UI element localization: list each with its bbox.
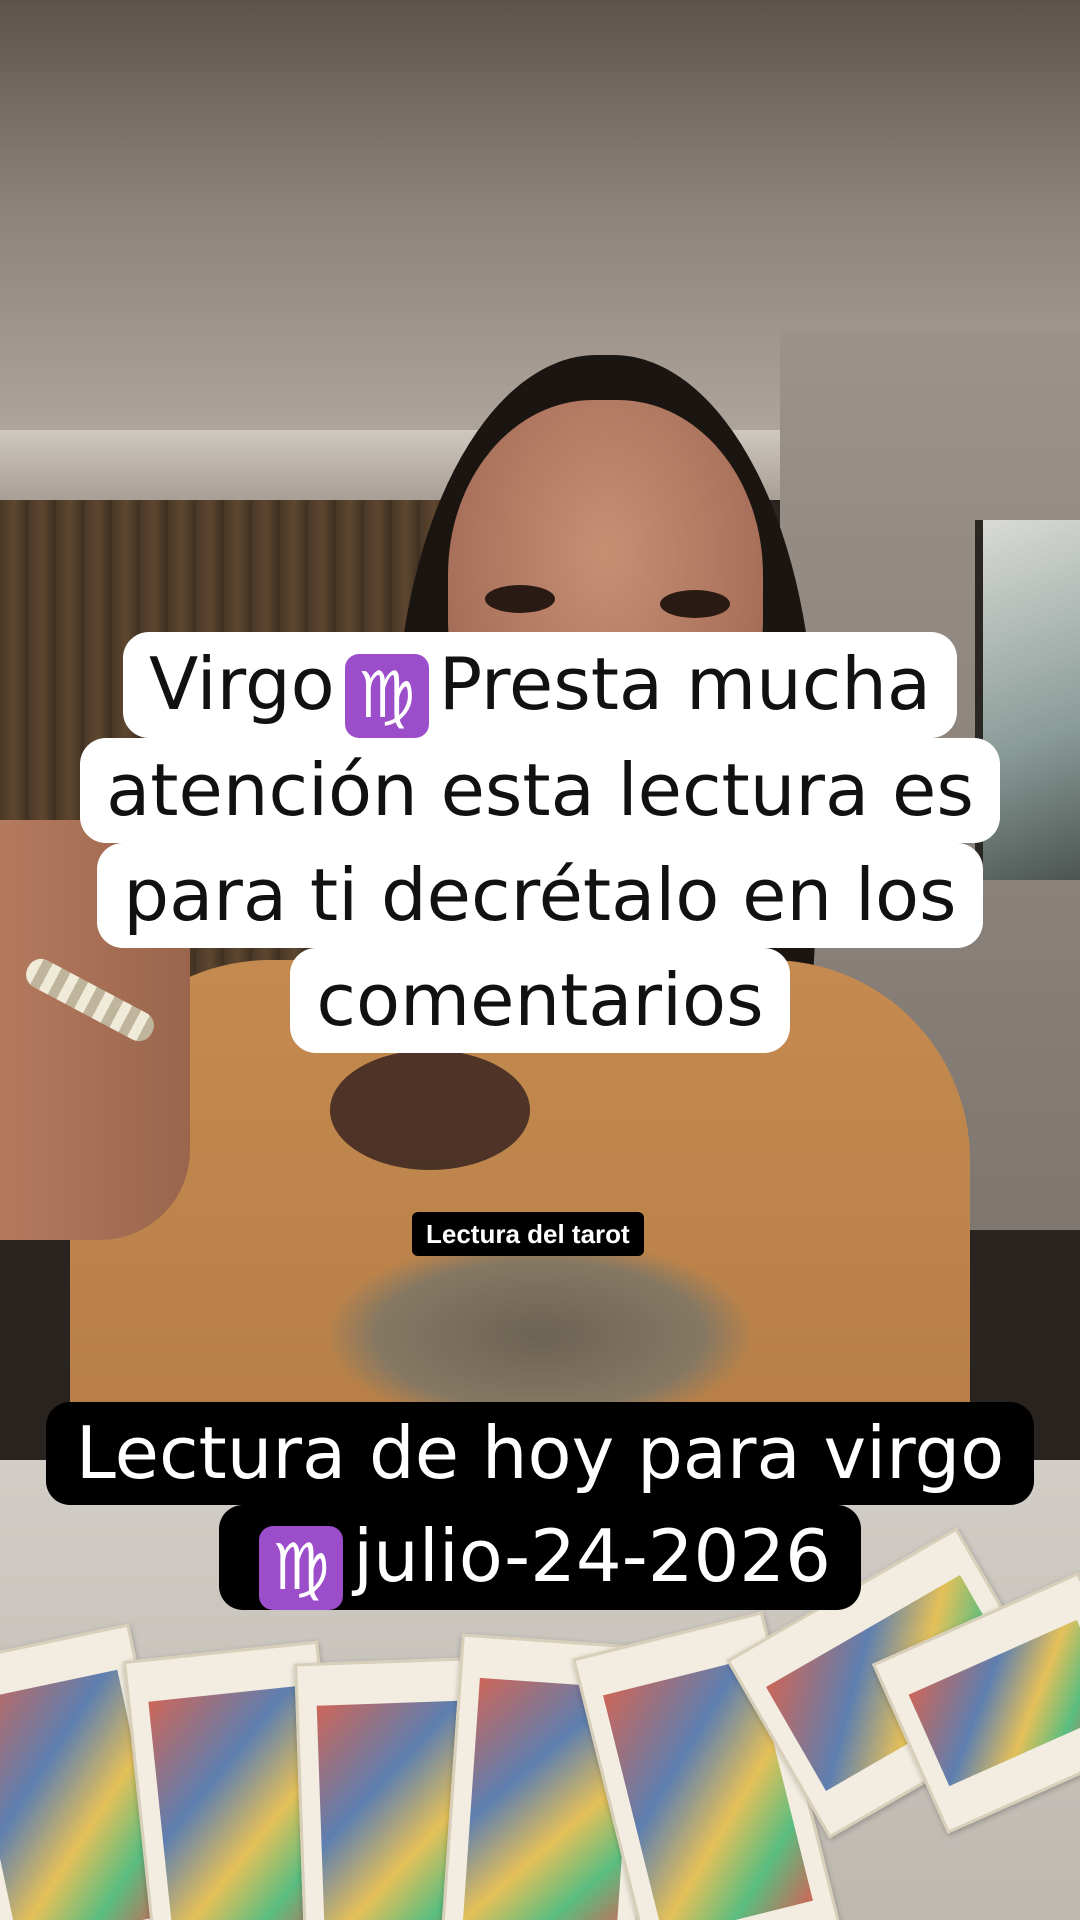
caption-top: Virgo ♍ Presta mucha atención esta lectura… xyxy=(0,632,1080,1053)
virgo-zodiac-icon: ♍ xyxy=(344,654,429,738)
caption-top-line-1: Virgo ♍ Presta mucha xyxy=(122,632,958,738)
person-hand xyxy=(330,1050,530,1170)
caption-bottom: Lectura de hoy para virgo ♍ julio-24-2026 xyxy=(0,1402,1080,1610)
caption-bottom-line-2: ♍ julio-24-2026 xyxy=(219,1505,861,1610)
caption-top-line-3: para ti decrétalo en los xyxy=(97,843,983,948)
person-eye-left xyxy=(485,585,555,613)
caption-top-word: Virgo xyxy=(148,642,335,726)
caption-top-line-4: comentarios xyxy=(290,948,790,1053)
caption-bottom-date: julio-24-2026 xyxy=(353,1514,831,1598)
caption-top-line-1-text: Presta mucha xyxy=(438,642,932,726)
topic-label[interactable]: Lectura del tarot xyxy=(412,1212,644,1256)
video-frame[interactable]: Virgo ♍ Presta mucha atención esta lectura… xyxy=(0,0,1080,1920)
caption-top-line-2: atención esta lectura es xyxy=(80,738,1000,843)
caption-bottom-line-1: Lectura de hoy para virgo xyxy=(45,1402,1035,1505)
person-eye-right xyxy=(660,590,730,618)
virgo-zodiac-icon: ♍ xyxy=(259,1526,344,1610)
